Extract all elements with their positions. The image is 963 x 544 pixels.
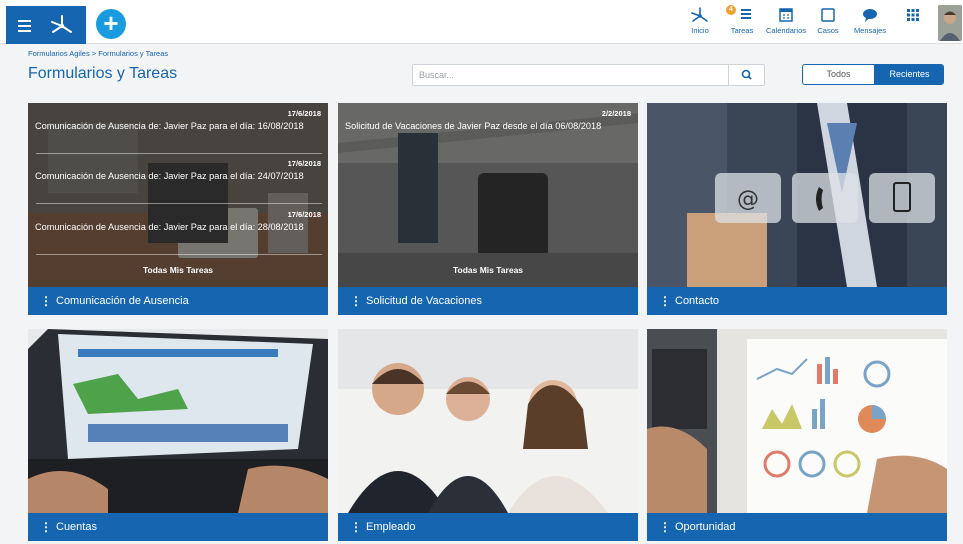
card-footer[interactable]: ⋮ Empleado [338, 513, 638, 541]
card-footer[interactable]: ⋮ Contacto [647, 287, 947, 315]
divider [36, 153, 322, 154]
more-options-icon[interactable]: ⋮ [350, 287, 362, 315]
notification-date: 2/2/2018 [601, 109, 631, 118]
divider [36, 203, 322, 204]
top-bar: + Inicio 4 Tareas Calendarios Casos Mens… [0, 0, 963, 44]
more-options-icon[interactable]: ⋮ [40, 513, 52, 541]
all-tasks-link[interactable]: Todas Mis Tareas [28, 265, 328, 275]
nav-casos[interactable]: Casos [817, 6, 839, 35]
card-solicitud-vacaciones[interactable]: 2/2/2018 Solicitud de Vacaciones de Javi… [338, 103, 638, 315]
more-options-icon[interactable]: ⋮ [350, 513, 362, 541]
add-button[interactable]: + [96, 9, 126, 39]
cases-icon [821, 8, 835, 22]
more-options-icon[interactable]: ⋮ [659, 287, 671, 315]
card-cuentas[interactable]: ⋮ Cuentas [28, 329, 328, 541]
search-input[interactable] [419, 67, 729, 83]
card-footer[interactable]: ⋮ Cuentas [28, 513, 328, 541]
notification-date: 17/6/2018 [287, 109, 321, 118]
search-button[interactable] [728, 65, 764, 85]
search-icon [741, 69, 752, 80]
apps-grid-icon [907, 9, 919, 21]
home-icon [691, 7, 708, 22]
all-tasks-link[interactable]: Todas Mis Tareas [338, 265, 638, 275]
card-oportunidad[interactable]: ⋮ Oportunidad [647, 329, 947, 541]
logo-icon[interactable] [49, 14, 75, 36]
nav-apps[interactable] [903, 6, 923, 26]
calendar-icon [779, 8, 793, 22]
menu-icon[interactable] [18, 20, 31, 32]
card-empleado[interactable]: ⋮ Empleado [338, 329, 638, 541]
card-footer[interactable]: ⋮ Comunicación de Ausencia [28, 287, 328, 315]
card-image [647, 329, 947, 513]
user-avatar[interactable] [938, 5, 962, 41]
nav-inicio-label: Inicio [691, 26, 709, 35]
divider [36, 254, 322, 255]
card-title: Solicitud de Vacaciones [366, 295, 482, 307]
nav-tareas[interactable]: 4 Tareas [726, 5, 756, 35]
tasks-badge: 4 [726, 5, 736, 15]
nav-calendarios[interactable]: Calendarios [765, 6, 807, 35]
notification-text: Comunicación de Ausencia de: Javier Paz … [35, 222, 304, 232]
card-title: Contacto [675, 295, 720, 307]
card-footer[interactable]: ⋮ Solicitud de Vacaciones [338, 287, 638, 315]
card-image: @ [647, 103, 947, 287]
filter-toggle: Todos Recientes [802, 64, 944, 85]
notification-date: 17/6/2018 [287, 159, 321, 168]
notification-text: Solicitud de Vacaciones de Javier Paz de… [345, 121, 602, 131]
card-title: Cuentas [56, 521, 97, 533]
card-title: Oportunidad [675, 521, 736, 533]
search-box [412, 64, 765, 86]
page-title: Formularios y Tareas [28, 65, 178, 82]
card-title: Comunicación de Ausencia [56, 295, 189, 307]
notification-date: 17/6/2018 [287, 210, 321, 219]
nav-calendarios-label: Calendarios [765, 26, 807, 35]
card-title: Empleado [366, 521, 416, 533]
notification-text: Comunicación de Ausencia de: Javier Paz … [35, 171, 304, 181]
more-options-icon[interactable]: ⋮ [659, 513, 671, 541]
svg-text:@: @ [737, 187, 759, 212]
nav-casos-label: Casos [817, 26, 839, 35]
card-image [338, 329, 638, 513]
more-options-icon[interactable]: ⋮ [40, 287, 52, 315]
breadcrumb[interactable]: Formularios Agiles > Formularios y Tarea… [28, 49, 168, 58]
messages-icon [863, 9, 877, 22]
nav-inicio[interactable]: Inicio [690, 6, 710, 35]
filter-todos-button[interactable]: Todos [803, 65, 874, 84]
notification-text: Comunicación de Ausencia de: Javier Paz … [35, 121, 304, 131]
card-image [28, 329, 328, 513]
card-comunicacion-ausencia[interactable]: 17/6/2018 Comunicación de Ausencia de: J… [28, 103, 328, 315]
nav-mensajes-label: Mensajes [853, 26, 887, 35]
card-contacto[interactable]: @ ⋮ Contacto [647, 103, 947, 315]
nav-mensajes[interactable]: Mensajes [853, 6, 887, 35]
nav-tareas-label: Tareas [730, 26, 754, 35]
card-footer[interactable]: ⋮ Oportunidad [647, 513, 947, 541]
filter-recientes-button[interactable]: Recientes [874, 65, 943, 84]
avatar-photo [938, 5, 962, 41]
brand-area [6, 6, 86, 44]
